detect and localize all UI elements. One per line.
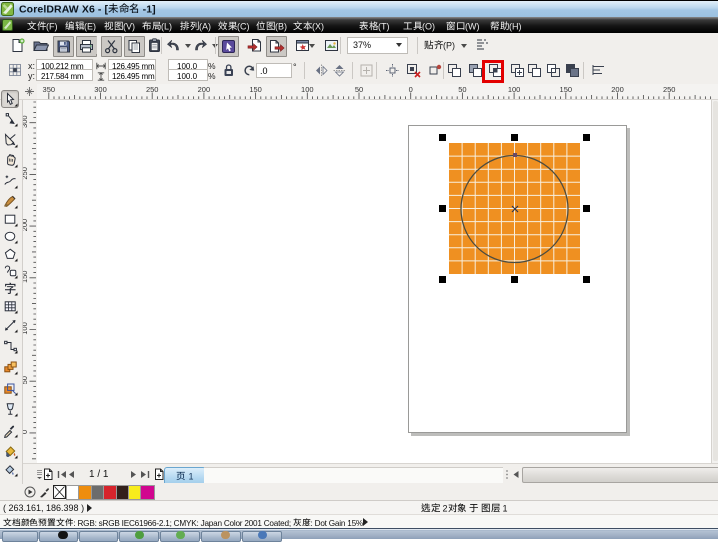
- svg-text:50: 50: [458, 85, 466, 94]
- svg-text:0: 0: [409, 85, 413, 94]
- svg-text:300: 300: [22, 115, 29, 128]
- svg-text:50: 50: [22, 376, 29, 384]
- svg-text:100: 100: [22, 322, 29, 335]
- svg-text:300: 300: [94, 85, 107, 94]
- svg-text:250: 250: [22, 167, 29, 180]
- svg-text:100: 100: [301, 85, 314, 94]
- svg-text:200: 200: [22, 219, 29, 232]
- svg-text:200: 200: [611, 85, 624, 94]
- svg-text:50: 50: [355, 85, 363, 94]
- svg-text:150: 150: [249, 85, 262, 94]
- svg-text:200: 200: [198, 85, 211, 94]
- svg-text:100: 100: [508, 85, 521, 94]
- svg-text:350: 350: [43, 85, 56, 94]
- svg-text:250: 250: [146, 85, 159, 94]
- svg-text:0: 0: [22, 430, 29, 434]
- svg-text:150: 150: [22, 271, 29, 284]
- svg-text:150: 150: [560, 85, 573, 94]
- svg-text:250: 250: [663, 85, 676, 94]
